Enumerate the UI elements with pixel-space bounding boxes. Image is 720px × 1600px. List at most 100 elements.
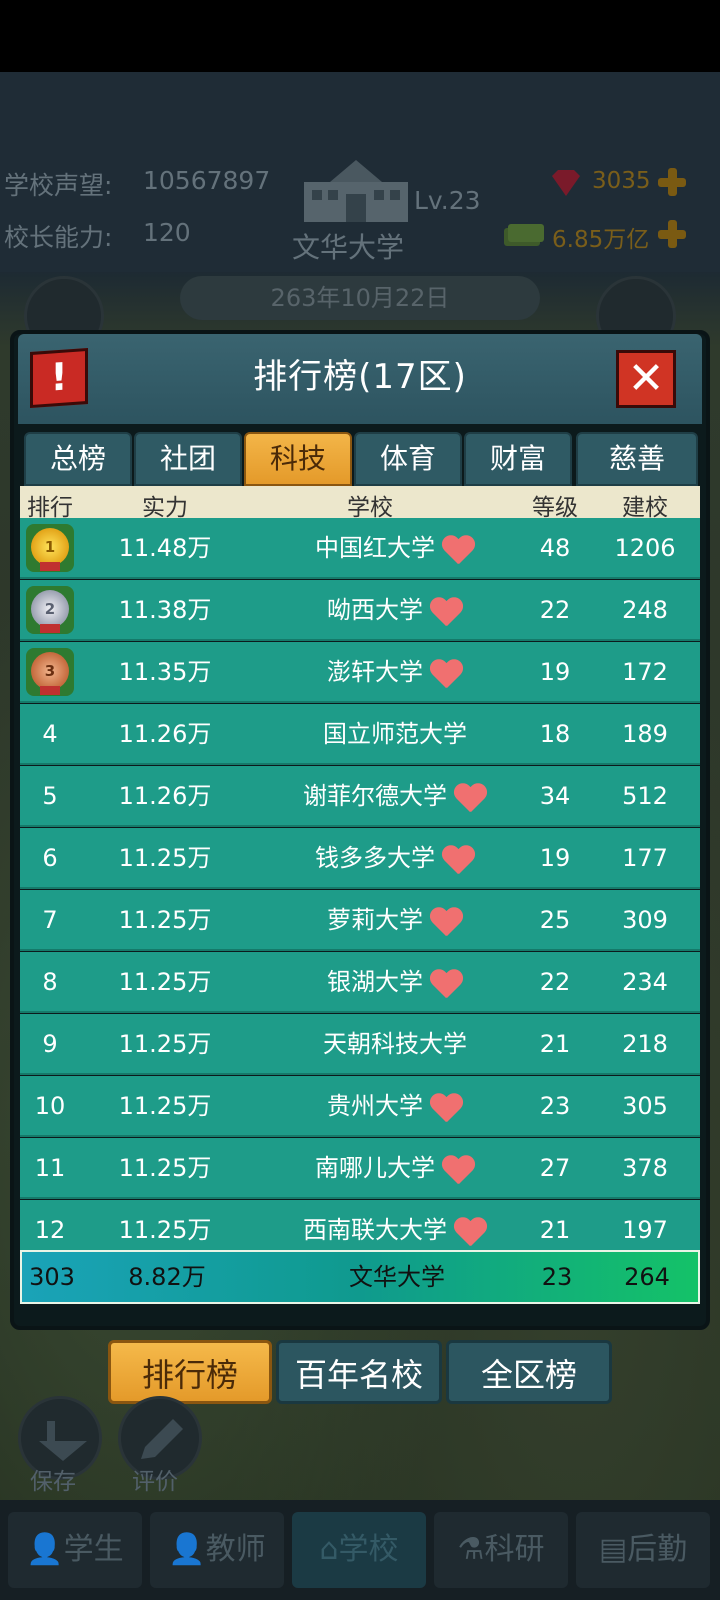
game-date: 263年10月22日 [180,276,540,320]
level-cell: 19 [539,844,571,872]
school-name: 国立师范大学 [323,720,467,748]
save-label: 保存 [30,1469,76,1495]
school-name: 谢菲尔德大学 [303,782,447,810]
clipboard-icon: ▤ [598,1532,628,1567]
heart-icon[interactable] [441,844,475,874]
rank-cell: 4 [42,720,58,748]
heart-icon[interactable] [429,596,463,626]
nav-students-label: 学生 [63,1532,124,1567]
heart-icon[interactable] [429,968,463,998]
status-bar [0,0,720,72]
school-cell: 国立师范大学 [240,704,550,765]
table-row[interactable]: 9 11.25万 天朝科技大学 21 218 [20,1014,700,1075]
school-name: 呦西大学 [327,596,423,624]
level-cell: 27 [539,1154,571,1182]
reputation-label: 学校声望: [4,171,113,200]
level-cell: 22 [539,968,571,996]
all-region-tab-button[interactable]: 全区榜 [446,1340,612,1404]
tab-wealth[interactable]: 财富 [464,432,572,486]
heart-icon[interactable] [429,1092,463,1122]
school-name: 文华大学 [292,231,405,264]
table-row[interactable]: 2 11.38万 呦西大学 22 248 [20,580,700,641]
medal-ribbon [40,562,60,571]
heart-icon[interactable] [453,1216,487,1246]
school-cell: 南哪儿大学 [240,1138,550,1199]
table-row[interactable]: 6 11.25万 钱多多大学 19 177 [20,828,700,889]
century-school-tab-button[interactable]: 百年名校 [276,1340,442,1404]
student-icon: 👤 [26,1532,64,1567]
flask-icon: ⚗ [457,1532,485,1567]
medal-icon: 2 [20,580,80,641]
tab-sports[interactable]: 体育 [354,432,462,486]
tab-charity[interactable]: 慈善 [576,432,698,486]
rank-cell: 6 [42,844,58,872]
school-name-wrap: 贵州大学 [327,1076,463,1137]
school-name-wrap: 国立师范大学 [323,704,467,765]
school-building-icon[interactable] [300,154,412,224]
rank-cell: 5 [42,782,58,810]
close-button[interactable]: ✕ [616,350,676,408]
founded-cell: 234 [622,968,668,996]
table-row[interactable]: 4 11.26万 国立师范大学 18 189 [20,704,700,765]
school-name: 天朝科技大学 [323,1030,467,1058]
school-icon: ⌂ [319,1532,339,1567]
rank-cell: 7 [42,906,58,934]
alert-icon[interactable]: ! [30,347,88,409]
my-school-row[interactable]: 303 8.82万 文华大学 23 264 [20,1250,700,1304]
school-name: 中国红大学 [315,534,435,562]
gem-icon [548,168,584,198]
ability-value: 120 [143,218,191,247]
add-money-icon[interactable] [656,218,688,250]
level-cell: 19 [539,658,571,686]
table-row[interactable]: 10 11.25万 贵州大学 23 305 [20,1076,700,1137]
heart-icon[interactable] [429,906,463,936]
heart-icon[interactable] [453,782,487,812]
ranking-tab-button[interactable]: 排行榜 [108,1340,272,1404]
nav-research[interactable]: ⚗科研 [434,1512,568,1588]
heart-icon[interactable] [441,534,475,564]
power-cell: 11.38万 [118,596,212,624]
teacher-icon: 👤 [168,1532,206,1567]
heart-icon[interactable] [429,658,463,688]
nav-teachers[interactable]: 👤教师 [150,1512,284,1588]
add-gems-icon[interactable] [656,166,688,198]
reputation-value: 10567897 [143,166,271,195]
school-cell: 中国红大学 [240,518,550,579]
table-row[interactable]: 8 11.25万 银湖大学 22 234 [20,952,700,1013]
table-row[interactable]: 12 11.25万 西南联大大学 21 197 [20,1200,700,1252]
nav-logistics-label: 后勤 [627,1532,688,1567]
power-cell: 11.26万 [118,782,212,810]
level-cell: 34 [539,782,571,810]
heart-icon[interactable] [441,1154,475,1184]
my-school: 文华大学 [349,1263,445,1291]
my-power: 8.82万 [128,1263,206,1291]
level-cell: 23 [539,1092,571,1120]
tab-clubs[interactable]: 社团 [134,432,242,486]
founded-cell: 189 [622,720,668,748]
tab-technology[interactable]: 科技 [244,432,352,486]
school-cell: 贵州大学 [240,1076,550,1137]
review-label: 评价 [132,1469,178,1495]
table-row[interactable]: 3 11.35万 澎轩大学 19 172 [20,642,700,703]
level-cell: 22 [539,596,571,624]
my-founded: 264 [624,1263,670,1291]
table-row[interactable]: 11 11.25万 南哪儿大学 27 378 [20,1138,700,1199]
school-name: 萝莉大学 [327,906,423,934]
table-row[interactable]: 7 11.25万 萝莉大学 25 309 [20,890,700,951]
school-name-wrap: 天朝科技大学 [323,1014,467,1075]
table-row[interactable]: 5 11.26万 谢菲尔德大学 34 512 [20,766,700,827]
tab-overall[interactable]: 总榜 [24,432,132,486]
rank-cell: 11 [34,1154,66,1182]
power-cell: 11.26万 [118,720,212,748]
founded-cell: 218 [622,1030,668,1058]
school-cell: 钱多多大学 [240,828,550,889]
nav-logistics[interactable]: ▤后勤 [576,1512,710,1588]
school-name-wrap: 谢菲尔德大学 [303,766,487,827]
nav-students[interactable]: 👤学生 [8,1512,142,1588]
nav-school[interactable]: ⌂学校 [292,1512,426,1588]
school-cell: 谢菲尔德大学 [240,766,550,827]
level-cell: 18 [539,720,571,748]
table-row[interactable]: 1 11.48万 中国红大学 48 1206 [20,518,700,579]
school-name: 贵州大学 [327,1092,423,1120]
power-cell: 11.25万 [118,968,212,996]
